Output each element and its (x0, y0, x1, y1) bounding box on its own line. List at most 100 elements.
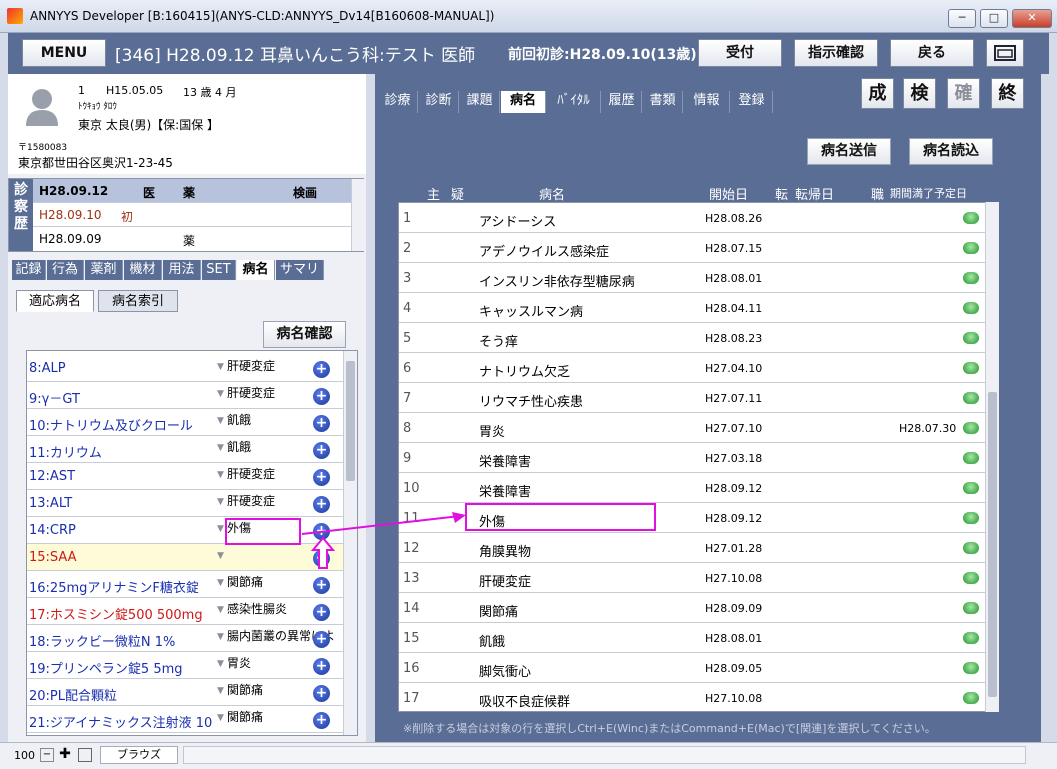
dropdown-icon[interactable]: ▼ (217, 443, 224, 453)
menu-button[interactable]: MENU (22, 39, 106, 67)
list-item[interactable]: 21:ジアイナミックス注射液 10 ▼ 関節痛 + (27, 706, 343, 733)
zoom-in-icon[interactable]: ✚ (58, 747, 72, 762)
status-icon[interactable] (963, 512, 979, 524)
table-row[interactable]: 16 脚気衝心 H28.09.05 (399, 653, 985, 683)
tab-drug[interactable]: 薬剤 (85, 260, 123, 280)
tab-info[interactable]: 情報 (684, 91, 730, 113)
table-row[interactable]: 12 角膜異物 H27.01.28 (399, 533, 985, 563)
status-icon[interactable] (963, 242, 979, 254)
status-icon[interactable] (963, 362, 979, 374)
add-disease-icon[interactable]: + (313, 712, 330, 729)
status-icon[interactable] (963, 272, 979, 284)
disease-grid-scrollbar[interactable] (985, 202, 999, 712)
add-disease-icon[interactable]: + (313, 361, 330, 378)
dropdown-icon[interactable]: ▼ (217, 551, 224, 561)
status-icon[interactable] (963, 542, 979, 554)
status-icon[interactable] (963, 302, 979, 314)
status-icon[interactable] (963, 662, 979, 674)
status-icon[interactable] (963, 212, 979, 224)
table-row[interactable]: 2 アデノウイルス感染症 H28.07.15 (399, 233, 985, 263)
list-item[interactable]: 19:プリンペラン錠5 5mg ▼ 胃炎 + (27, 652, 343, 679)
tab-summary[interactable]: サマリ (276, 260, 324, 280)
maximize-button[interactable]: □ (980, 9, 1008, 28)
tab-vital[interactable]: ﾊﾞｲﾀﾙ (547, 91, 601, 113)
dropdown-icon[interactable]: ▼ (217, 416, 224, 426)
zoom-out-icon[interactable]: − (40, 748, 54, 762)
table-row[interactable]: 17 吸収不良症候群 H27.10.08 (399, 683, 985, 711)
dropdown-icon[interactable]: ▼ (217, 632, 224, 642)
list-item[interactable]: 11:カリウム ▼ 飢餓 + (27, 436, 343, 463)
status-icon[interactable] (963, 332, 979, 344)
table-row[interactable]: 13 肝硬変症 H27.10.08 (399, 563, 985, 593)
history-row[interactable]: H28.09.09 薬 (33, 227, 351, 251)
list-item[interactable]: 13:ALT ▼ 肝硬変症 + (27, 490, 343, 517)
table-row[interactable]: 8 胃炎 H27.07.10 H28.07.30 (399, 413, 985, 443)
list-item[interactable]: 15:SAA▼+ (27, 544, 343, 571)
back-button[interactable]: 戻る (890, 39, 974, 67)
accept-button[interactable]: 受付 (698, 39, 782, 67)
disease-list-scrollbar[interactable] (343, 351, 357, 735)
table-row[interactable]: 10 栄養障害 H28.09.12 (399, 473, 985, 503)
table-row[interactable]: 6 ナトリウム欠乏 H27.04.10 (399, 353, 985, 383)
dropdown-icon[interactable]: ▼ (217, 659, 224, 669)
tab-issues[interactable]: 課題 (460, 91, 500, 113)
layout-icon[interactable] (78, 748, 92, 762)
list-item[interactable]: 12:AST ▼ 肝硬変症 + (27, 463, 343, 490)
tab-diagnosis[interactable]: 診断 (419, 91, 459, 113)
check-button[interactable]: 検 (903, 78, 936, 109)
tab-disease[interactable]: 病名 (237, 260, 275, 280)
dropdown-icon[interactable]: ▼ (217, 605, 224, 615)
table-row[interactable]: 4 キャッスルマン病 H28.04.11 (399, 293, 985, 323)
status-icon[interactable] (963, 482, 979, 494)
tab-usage[interactable]: 用法 (163, 260, 201, 280)
status-icon[interactable] (963, 632, 979, 644)
dropdown-icon[interactable]: ▼ (217, 524, 224, 534)
table-row[interactable]: 3 インスリン非依存型糖尿病 H28.08.01 (399, 263, 985, 293)
list-item[interactable]: 10:ナトリウム及びクロール ▼ 飢餓 + (27, 409, 343, 436)
add-disease-icon[interactable]: + (313, 415, 330, 432)
subtab-disease-index[interactable]: 病名索引 (98, 290, 178, 312)
tab-consult[interactable]: 診療 (378, 91, 418, 113)
table-row[interactable]: 1 アシドーシス H28.08.26 (399, 203, 985, 233)
list-item[interactable]: 20:PL配合顆粒 ▼ 関節痛 + (27, 679, 343, 706)
list-item[interactable]: 8:ALP ▼ 肝硬変症 + (27, 355, 343, 382)
instruction-confirm-button[interactable]: 指示確認 (794, 39, 878, 67)
list-item[interactable]: 16:25mgアリナミンF糖衣錠 ▼ 関節痛 + (27, 571, 343, 598)
dropdown-icon[interactable]: ▼ (217, 578, 224, 588)
table-row[interactable]: 5 そう痒 H28.08.23 (399, 323, 985, 353)
close-button[interactable]: ✕ (1012, 9, 1052, 28)
tab-action[interactable]: 行為 (47, 260, 84, 280)
history-row[interactable]: H28.09.10 初 (33, 203, 351, 227)
add-disease-icon[interactable]: + (313, 658, 330, 675)
dropdown-icon[interactable]: ▼ (217, 713, 224, 723)
add-disease-icon[interactable]: + (313, 469, 330, 486)
add-disease-icon[interactable]: + (313, 442, 330, 459)
complete-button[interactable]: 成 (861, 78, 894, 109)
tab-history[interactable]: 履歴 (602, 91, 642, 113)
read-disease-button[interactable]: 病名読込 (909, 138, 993, 165)
table-row[interactable]: 14 関節痛 H28.09.09 (399, 593, 985, 623)
list-item[interactable]: 9:γ－GT ▼ 肝硬変症 + (27, 382, 343, 409)
list-item[interactable]: 18:ラックビー微粒N 1% ▼ 腸内菌叢の異常によ + (27, 625, 343, 652)
status-icon[interactable] (963, 602, 979, 614)
dropdown-icon[interactable]: ▼ (217, 497, 224, 507)
tab-disease-name[interactable]: 病名 (501, 91, 546, 113)
table-row[interactable]: 7 リウマチ性心疾患 H27.07.11 (399, 383, 985, 413)
status-icon[interactable] (963, 392, 979, 404)
scroll-thumb[interactable] (988, 392, 997, 697)
tab-register[interactable]: 登録 (731, 91, 773, 113)
status-icon[interactable] (963, 692, 979, 704)
tab-documents[interactable]: 書類 (643, 91, 683, 113)
add-disease-icon[interactable]: + (313, 388, 330, 405)
dropdown-icon[interactable]: ▼ (217, 686, 224, 696)
dropdown-icon[interactable]: ▼ (217, 470, 224, 480)
minimize-button[interactable]: ─ (948, 9, 976, 28)
table-row[interactable]: 15 飢餓 H28.08.01 (399, 623, 985, 653)
subtab-applicable-disease[interactable]: 適応病名 (16, 290, 94, 312)
disease-confirm-button[interactable]: 病名確認 (263, 321, 346, 348)
status-icon[interactable] (963, 452, 979, 464)
horizontal-scrollbar[interactable] (183, 746, 1026, 764)
table-row[interactable]: 9 栄養障害 H27.03.18 (399, 443, 985, 473)
dropdown-icon[interactable]: ▼ (217, 362, 224, 372)
status-icon[interactable] (963, 572, 979, 584)
